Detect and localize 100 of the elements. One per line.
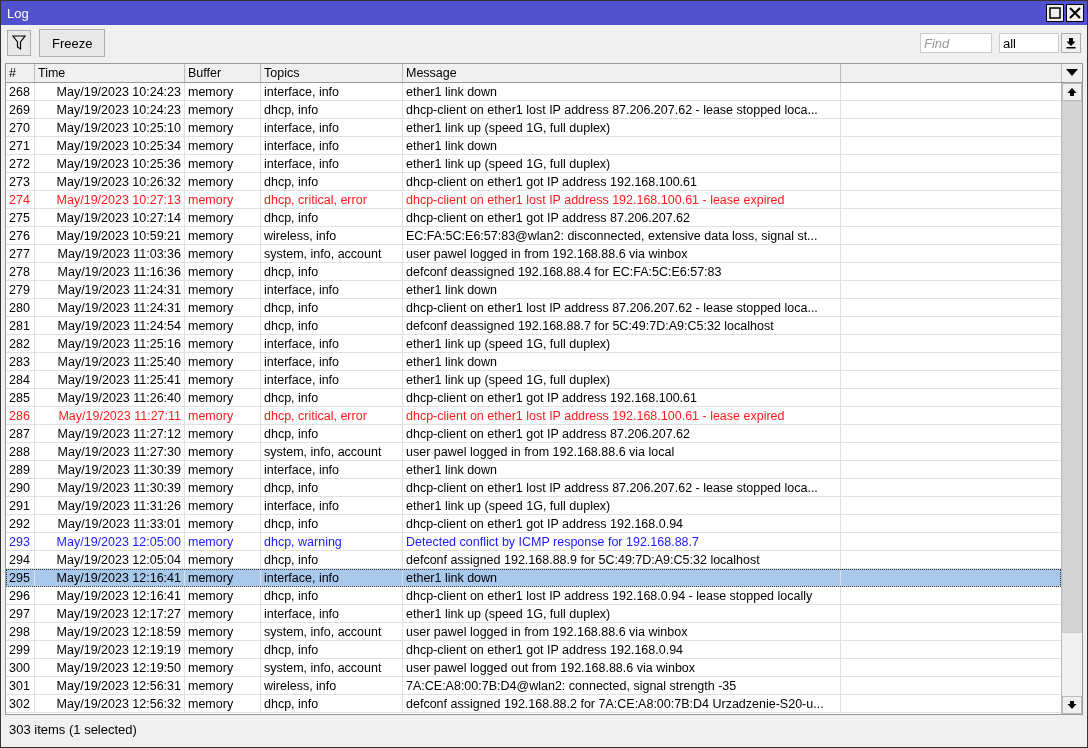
scroll-down-button[interactable]	[1062, 696, 1082, 714]
table-cell: 281	[6, 317, 35, 334]
table-cell: defconf deassigned 192.168.88.7 for 5C:49:7D:A9:C5:32 localhost	[403, 317, 841, 334]
find-field[interactable]: Find	[920, 33, 992, 53]
log-row[interactable]: 302 May/19/2023 12:56:32 memory dhcp, info defconf assigned 192.168.88.2 for 7A:CE:A8:00:7B:D4 Urzadzenie-S20-u...	[6, 695, 1061, 713]
table-cell: 272	[6, 155, 35, 172]
log-row[interactable]: 276 May/19/2023 10:59:21 memory wireless, info EC:FA:5C:E6:57:83@wlan2: disconnected, extensive data loss, signal st...	[6, 227, 1061, 245]
table-cell: May/19/2023 12:19:50	[35, 659, 185, 676]
column-header[interactable]: #	[6, 64, 35, 82]
scroll-up-button[interactable]	[1062, 83, 1082, 101]
log-row[interactable]: 279 May/19/2023 11:24:31 memory interface, info ether1 link down	[6, 281, 1061, 299]
table-cell: May/19/2023 10:24:23	[35, 101, 185, 118]
column-header[interactable]: Time	[35, 64, 185, 82]
table-cell: ether1 link up (speed 1G, full duplex)	[403, 497, 841, 514]
log-row[interactable]: 297 May/19/2023 12:17:27 memory interface, info ether1 link up (speed 1G, full duplex)	[6, 605, 1061, 623]
table-cell: 302	[6, 695, 35, 712]
table-cell: interface, info	[261, 83, 403, 100]
table-cell: interface, info	[261, 353, 403, 370]
table-cell: May/19/2023 10:25:36	[35, 155, 185, 172]
table-cell: 275	[6, 209, 35, 226]
log-row[interactable]: 277 May/19/2023 11:03:36 memory system, info, account user pawel logged in from 192.168.88.6 via winbox	[6, 245, 1061, 263]
log-row[interactable]: 274 May/19/2023 10:27:13 memory dhcp, critical, error dhcp-client on ether1 lost IP address 192.168.100.61 - lease expired	[6, 191, 1061, 209]
filter-button[interactable]	[7, 30, 31, 56]
table-cell: dhcp, info	[261, 587, 403, 604]
table-cell: interface, info	[261, 335, 403, 352]
log-row[interactable]: 286 May/19/2023 11:27:11 memory dhcp, critical, error dhcp-client on ether1 lost IP address 192.168.100.61 - lease expired	[6, 407, 1061, 425]
log-row[interactable]: 299 May/19/2023 12:19:19 memory dhcp, info dhcp-client on ether1 got IP address 192.168.0.94	[6, 641, 1061, 659]
log-row[interactable]: 294 May/19/2023 12:05:04 memory dhcp, info defconf assigned 192.168.88.9 for 5C:49:7D:A9:C5:32 localhost	[6, 551, 1061, 569]
table-cell: May/19/2023 10:59:21	[35, 227, 185, 244]
table-cell: defconf deassigned 192.168.88.4 for EC:FA:5C:E6:57:83	[403, 263, 841, 280]
table-cell: interface, info	[261, 497, 403, 514]
log-row[interactable]: 280 May/19/2023 11:24:31 memory dhcp, info dhcp-client on ether1 lost IP address 87.206.207.62 - lease stopped loca...	[6, 299, 1061, 317]
maximize-button[interactable]	[1046, 4, 1064, 22]
table-cell: memory	[185, 407, 261, 424]
log-row[interactable]: 298 May/19/2023 12:18:59 memory system, info, account user pawel logged in from 192.168.88.6 via winbox	[6, 623, 1061, 641]
table-cell: dhcp-client on ether1 lost IP address 192.168.0.94 - lease stopped locally	[403, 587, 841, 604]
log-row[interactable]: 292 May/19/2023 11:33:01 memory dhcp, info dhcp-client on ether1 got IP address 192.168.0.94	[6, 515, 1061, 533]
table-cell: dhcp, info	[261, 389, 403, 406]
arrow-down-icon	[1067, 700, 1077, 710]
table-cell: memory	[185, 137, 261, 154]
log-row[interactable]: 295 May/19/2023 12:16:41 memory interface, info ether1 link down	[6, 569, 1061, 587]
scroll-thumb[interactable]	[1062, 101, 1082, 633]
table-cell: May/19/2023 11:24:54	[35, 317, 185, 334]
table-cell: ether1 link up (speed 1G, full duplex)	[403, 371, 841, 388]
table-cell: 297	[6, 605, 35, 622]
table-cell: 278	[6, 263, 35, 280]
log-row[interactable]: 285 May/19/2023 11:26:40 memory dhcp, info dhcp-client on ether1 got IP address 192.168.100.61	[6, 389, 1061, 407]
table-cell: memory	[185, 587, 261, 604]
log-row[interactable]: 270 May/19/2023 10:25:10 memory interface, info ether1 link up (speed 1G, full duplex)	[6, 119, 1061, 137]
log-row[interactable]: 296 May/19/2023 12:16:41 memory dhcp, info dhcp-client on ether1 lost IP address 192.168.0.94 - lease stopped locally	[6, 587, 1061, 605]
log-row[interactable]: 271 May/19/2023 10:25:34 memory interface, info ether1 link down	[6, 137, 1061, 155]
log-row[interactable]: 301 May/19/2023 12:56:31 memory wireless, info 7A:CE:A8:00:7B:D4@wlan2: connected, signal strength -35	[6, 677, 1061, 695]
table-cell: memory	[185, 533, 261, 550]
arrow-to-bar-icon	[1066, 37, 1076, 49]
log-row[interactable]: 290 May/19/2023 11:30:39 memory dhcp, info dhcp-client on ether1 lost IP address 87.206.207.62 - lease stopped loca...	[6, 479, 1061, 497]
table-cell: May/19/2023 12:16:41	[35, 569, 185, 586]
column-header[interactable]: Buffer	[185, 64, 261, 82]
log-row[interactable]: 293 May/19/2023 12:05:00 memory dhcp, warning Detected conflict by ICMP response for 192.168.88.7	[6, 533, 1061, 551]
arrow-up-icon	[1067, 87, 1077, 97]
log-row[interactable]: 281 May/19/2023 11:24:54 memory dhcp, info defconf deassigned 192.168.88.7 for 5C:49:7D:A9:C5:32 localhost	[6, 317, 1061, 335]
freeze-button[interactable]: Freeze	[39, 29, 106, 57]
table-cell: memory	[185, 677, 261, 694]
table-cell: dhcp, warning	[261, 533, 403, 550]
table-cell: dhcp-client on ether1 lost IP address 87.206.207.62 - lease stopped loca...	[403, 299, 841, 316]
table-cell: May/19/2023 11:25:16	[35, 335, 185, 352]
column-header[interactable]: Topics	[261, 64, 403, 82]
log-row[interactable]: 268 May/19/2023 10:24:23 memory interface, info ether1 link down	[6, 83, 1061, 101]
log-row[interactable]: 283 May/19/2023 11:25:40 memory interface, info ether1 link down	[6, 353, 1061, 371]
log-row[interactable]: 284 May/19/2023 11:25:41 memory interface, info ether1 link up (speed 1G, full duplex)	[6, 371, 1061, 389]
table-cell: memory	[185, 605, 261, 622]
log-row[interactable]: 282 May/19/2023 11:25:16 memory interface, info ether1 link up (speed 1G, full duplex)	[6, 335, 1061, 353]
log-row[interactable]: 275 May/19/2023 10:27:14 memory dhcp, info dhcp-client on ether1 got IP address 87.206.207.62	[6, 209, 1061, 227]
column-header[interactable]: Message	[403, 64, 841, 82]
table-cell: May/19/2023 12:19:19	[35, 641, 185, 658]
log-row[interactable]: 291 May/19/2023 11:31:26 memory interface, info ether1 link up (speed 1G, full duplex)	[6, 497, 1061, 515]
log-row[interactable]: 272 May/19/2023 10:25:36 memory interface, info ether1 link up (speed 1G, full duplex)	[6, 155, 1061, 173]
table-cell: 279	[6, 281, 35, 298]
dropdown-button[interactable]	[1061, 33, 1081, 53]
table-cell: memory	[185, 353, 261, 370]
table-cell: May/19/2023 11:25:40	[35, 353, 185, 370]
table-cell: 289	[6, 461, 35, 478]
table-cell: memory	[185, 335, 261, 352]
log-row[interactable]: 300 May/19/2023 12:19:50 memory system, info, account user pawel logged out from 192.168.88.6 via winbox	[6, 659, 1061, 677]
log-row[interactable]: 278 May/19/2023 11:16:36 memory dhcp, info defconf deassigned 192.168.88.4 for EC:FA:5C:E6:57:83	[6, 263, 1061, 281]
table-cell: wireless, info	[261, 677, 403, 694]
table-cell: dhcp, info	[261, 299, 403, 316]
table-cell: dhcp-client on ether1 got IP address 87.206.207.62	[403, 425, 841, 442]
log-row[interactable]: 288 May/19/2023 11:27:30 memory system, info, account user pawel logged in from 192.168.88.6 via local	[6, 443, 1061, 461]
table-cell: 295	[6, 569, 35, 586]
table-cell: system, info, account	[261, 443, 403, 460]
scroll-bar[interactable]	[1061, 83, 1082, 714]
log-row[interactable]: 287 May/19/2023 11:27:12 memory dhcp, info dhcp-client on ether1 got IP address 87.206.207.62	[6, 425, 1061, 443]
table-cell: interface, info	[261, 119, 403, 136]
filter-dropdown[interactable]: all	[999, 33, 1059, 53]
log-row[interactable]: 289 May/19/2023 11:30:39 memory interface, info ether1 link down	[6, 461, 1061, 479]
log-row[interactable]: 273 May/19/2023 10:26:32 memory dhcp, info dhcp-client on ether1 got IP address 192.168.100.61	[6, 173, 1061, 191]
close-button[interactable]	[1066, 4, 1084, 22]
log-row[interactable]: 269 May/19/2023 10:24:23 memory dhcp, info dhcp-client on ether1 lost IP address 87.206.207.62 - lease stopped loca...	[6, 101, 1061, 119]
table-cell: May/19/2023 12:05:00	[35, 533, 185, 550]
table-cell: 282	[6, 335, 35, 352]
